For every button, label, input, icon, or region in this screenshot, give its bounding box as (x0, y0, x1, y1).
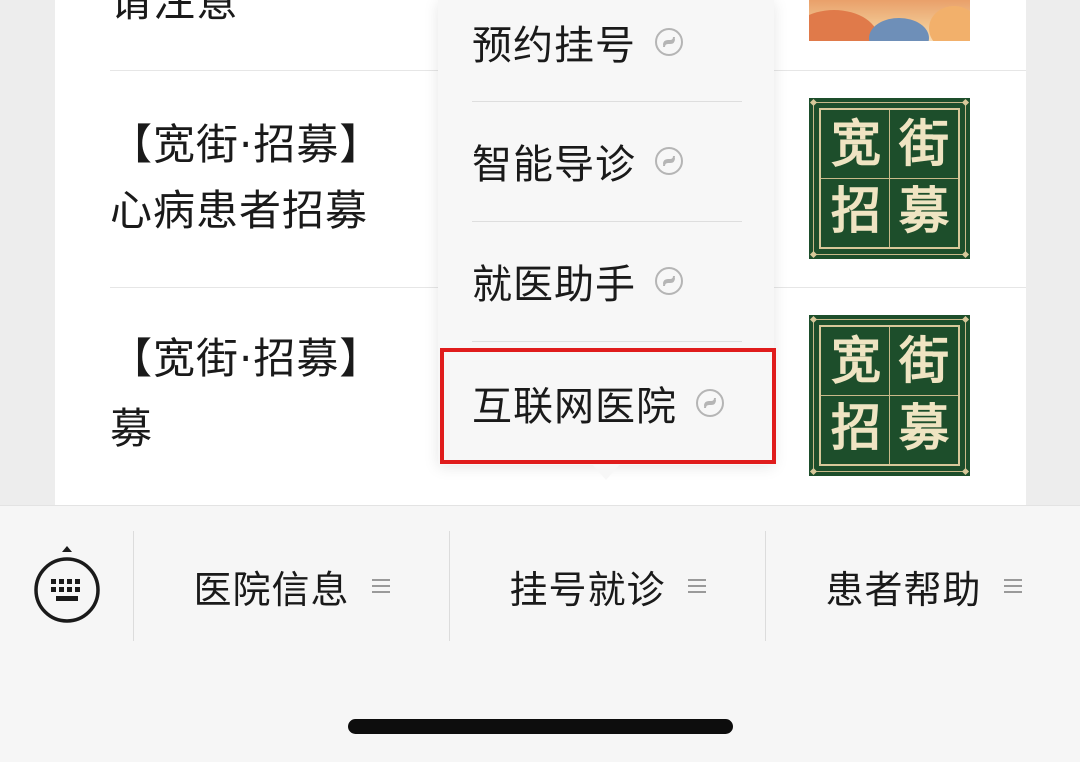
thumbnail-char: 宽 (831, 114, 881, 173)
tab-registration[interactable]: 挂号就诊 (450, 531, 765, 641)
thumbnail-char: 募 (899, 398, 949, 457)
thumbnail-char: 招 (831, 181, 881, 240)
home-indicator[interactable] (348, 719, 733, 734)
thumbnail-char: 募 (899, 181, 949, 240)
menu-divider (472, 341, 742, 342)
thumbnail-decoration (929, 6, 970, 41)
menu-lines-icon (1003, 579, 1022, 593)
article-thumbnail: 宽 街 招 募 (809, 98, 970, 259)
mini-program-icon (655, 267, 683, 295)
article-title-line2: 募 (110, 404, 154, 453)
menu-item-appointment[interactable]: 预约挂号 (472, 0, 742, 102)
keyboard-icon[interactable] (32, 546, 102, 626)
tab-patient-help[interactable]: 患者帮助 (766, 531, 1080, 641)
article-title-partial[interactable]: 请注意 (110, 0, 239, 34)
thumbnail-decoration (869, 18, 929, 41)
popup-pointer (591, 463, 621, 480)
thumbnail-char: 招 (831, 398, 881, 457)
thumbnail-char: 街 (899, 114, 949, 173)
mini-program-icon (655, 147, 683, 175)
thumbnail-char: 街 (899, 331, 949, 390)
menu-lines-icon (371, 579, 390, 593)
highlight-box (440, 348, 776, 464)
menu-item-medical-assistant[interactable]: 就医助手 (472, 221, 742, 341)
article-title-line2: 心病患者招募 (110, 186, 369, 235)
article-title-line1: 【宽街·招募】 (110, 334, 383, 383)
tab-hospital-info[interactable]: 医院信息 (134, 531, 449, 641)
menu-item-smart-triage[interactable]: 智能导诊 (472, 101, 742, 221)
menu-lines-icon (687, 579, 706, 593)
article-title-line1: 【宽街·招募】 (110, 120, 383, 169)
mini-program-icon (655, 28, 683, 56)
article-thumbnail: 宽 街 招 募 (809, 315, 970, 476)
thumbnail-char: 宽 (831, 331, 881, 390)
article-thumbnail-partial[interactable] (809, 0, 970, 41)
